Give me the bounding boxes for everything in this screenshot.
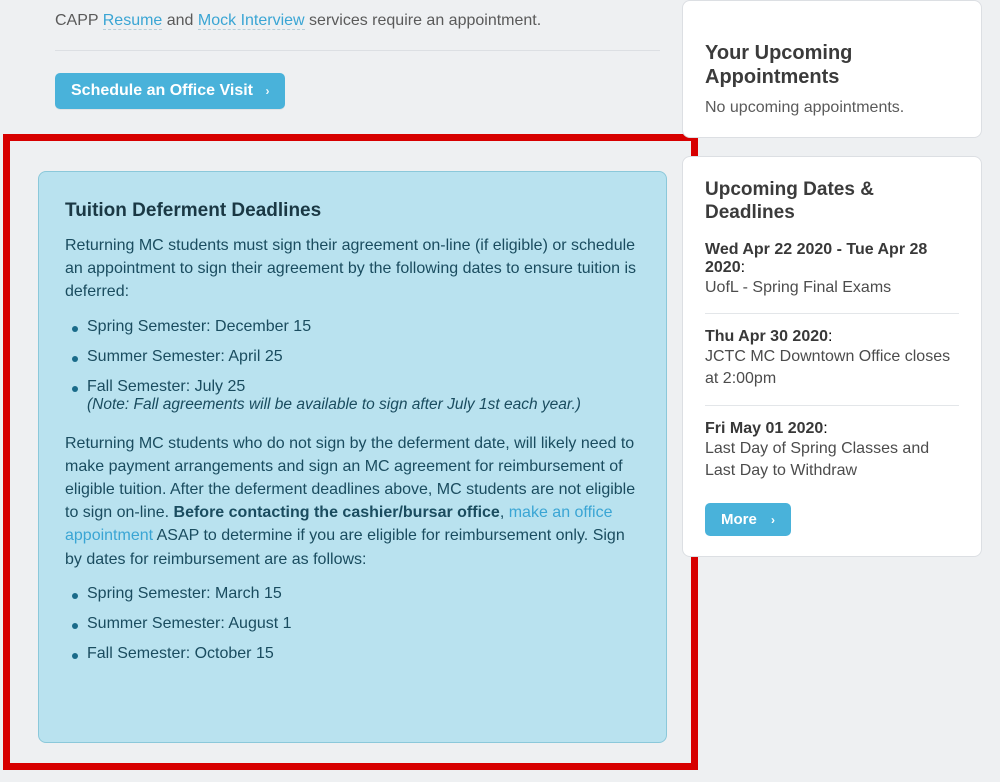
appointments-heading: Your Upcoming Appointments	[705, 41, 959, 89]
tuition-deferment-panel: Tuition Deferment Deadlines Returning MC…	[38, 171, 667, 743]
colon: :	[828, 328, 832, 345]
panel-intro-paragraph: Returning MC students must sign their ag…	[65, 234, 640, 304]
deadline-desc: Last Day of Spring Classes and Last Day …	[705, 438, 959, 483]
para2-b: ,	[500, 504, 509, 521]
deadline-date: Thu Apr 30 2020	[705, 328, 828, 345]
main-column: CAPP Resume and Mock Interview services …	[55, 0, 660, 109]
deadline-date: Wed Apr 22 2020 - Tue Apr 28 2020	[705, 241, 927, 276]
upcoming-appointments-card: Your Upcoming Appointments No upcoming a…	[682, 0, 982, 138]
upcoming-deadlines-card: Upcoming Dates & Deadlines Wed Apr 22 20…	[682, 156, 982, 557]
list-item: Fall Semester: October 15	[65, 645, 640, 663]
divider	[55, 50, 660, 51]
deadline-desc: JCTC MC Downtown Office closes at 2:00pm	[705, 346, 959, 391]
deadline-item: Fri May 01 2020: Last Day of Spring Clas…	[705, 405, 959, 497]
deadlines-heading: Upcoming Dates & Deadlines	[705, 179, 959, 225]
reimbursement-deadlines-list: Spring Semester: March 15 Summer Semeste…	[65, 585, 640, 663]
list-item-note: (Note: Fall agreements will be available…	[87, 396, 640, 414]
panel-second-paragraph: Returning MC students who do not sign by…	[65, 432, 640, 571]
highlight-box: Tuition Deferment Deadlines Returning MC…	[3, 134, 698, 770]
deadline-item: Thu Apr 30 2020: JCTC MC Downtown Office…	[705, 313, 959, 405]
list-item: Summer Semester: April 25	[65, 348, 640, 366]
colon: :	[741, 259, 745, 276]
list-item: Spring Semester: December 15	[65, 318, 640, 336]
intro-prefix: CAPP	[55, 12, 103, 29]
panel-heading: Tuition Deferment Deadlines	[65, 200, 640, 222]
chevron-right-icon: ›	[771, 513, 775, 527]
resume-link[interactable]: Resume	[103, 12, 163, 30]
colon: :	[823, 420, 827, 437]
deadline-item: Wed Apr 22 2020 - Tue Apr 28 2020: UofL …	[705, 235, 959, 313]
sidebar: Your Upcoming Appointments No upcoming a…	[682, 0, 982, 575]
intro-text: CAPP Resume and Mock Interview services …	[55, 12, 660, 30]
chevron-right-icon: ›	[265, 84, 269, 98]
deferment-deadlines-list: Spring Semester: December 15 Summer Seme…	[65, 318, 640, 414]
appointments-empty-text: No upcoming appointments.	[705, 99, 959, 117]
more-button[interactable]: More ›	[705, 503, 791, 536]
list-item-text: Fall Semester: July 25	[87, 378, 245, 395]
mock-interview-link[interactable]: Mock Interview	[198, 12, 305, 30]
list-item: Spring Semester: March 15	[65, 585, 640, 603]
deadlines-list: Wed Apr 22 2020 - Tue Apr 28 2020: UofL …	[705, 235, 959, 497]
list-item: Summer Semester: August 1	[65, 615, 640, 633]
schedule-button-label: Schedule an Office Visit	[71, 82, 253, 99]
schedule-office-visit-button[interactable]: Schedule an Office Visit ›	[55, 73, 285, 109]
intro-suffix: services require an appointment.	[305, 12, 542, 29]
more-button-label: More	[721, 511, 757, 528]
para2-bold: Before contacting the cashier/bursar off…	[174, 504, 500, 521]
deadline-desc: UofL - Spring Final Exams	[705, 277, 959, 299]
deadline-date: Fri May 01 2020	[705, 420, 823, 437]
list-item: Fall Semester: July 25 (Note: Fall agree…	[65, 378, 640, 414]
intro-mid: and	[162, 12, 198, 29]
